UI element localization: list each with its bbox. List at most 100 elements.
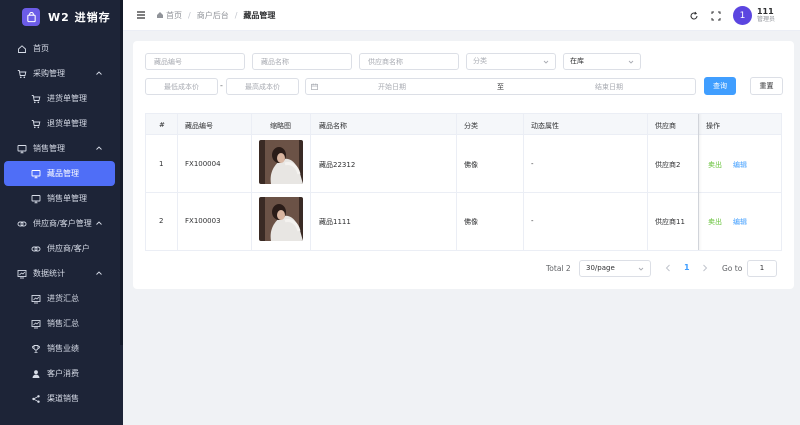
home-icon [17,44,27,54]
home-icon [157,12,163,18]
sidebar-item-8[interactable]: 供应商/客户 [0,236,123,261]
col-supplier: 供应商 [655,122,676,130]
sidebar-item-7[interactable]: 供应商/客户管理 [0,211,123,236]
sidebar-item-label: 采购管理 [33,69,65,78]
sidebar-item-1[interactable]: 采购管理 [0,61,123,86]
logo[interactable]: W2 进销存 [0,0,123,34]
row-name: 藏品22312 [319,161,356,169]
reset-button[interactable]: 重置 [750,77,783,95]
row-index: 1 [159,160,164,168]
min-cost-input[interactable] [145,78,218,95]
end-date[interactable]: 结束日期 [595,82,623,92]
row-category: 佛像 [464,161,478,169]
sidebar-item-13[interactable]: 客户消费 [0,361,123,386]
prev-page-icon[interactable] [665,264,671,272]
hamburger-icon[interactable] [136,10,146,20]
edit-button[interactable]: 编辑 [733,160,747,170]
edit-button[interactable]: 编辑 [733,217,747,227]
date-range-picker[interactable]: 开始日期 至 结束日期 [305,78,696,95]
sidebar-item-5[interactable]: 藏品管理 [4,161,115,186]
sell-button[interactable]: 卖出 [708,217,722,227]
cart-icon [31,94,41,104]
header-actions: 1 111 管理员 [689,0,800,31]
sidebar-item-11[interactable]: 销售汇总 [0,311,123,336]
share-icon [31,394,41,404]
name-input[interactable] [252,53,352,70]
sidebar-scrollbar[interactable] [120,0,123,345]
chevron-up-icon [96,221,102,225]
code-input[interactable] [145,53,245,70]
page-size-select[interactable]: 30/page [579,260,651,277]
row-category: 佛像 [464,218,478,226]
col-actions: 操作 [706,122,720,130]
sidebar-item-label: 进货单管理 [47,94,87,103]
monitor-icon [31,169,41,179]
search-button[interactable]: 查询 [704,77,736,95]
row-code: FX100003 [185,217,221,225]
sidebar-item-label: 供应商/客户管理 [33,219,92,228]
col-index: # [159,121,165,129]
status-select[interactable]: 在库 [563,53,641,70]
sidebar-item-6[interactable]: 销售单管理 [0,186,123,211]
user-info[interactable]: 111 管理员 [756,7,775,23]
sidebar-item-label: 销售单管理 [47,194,87,203]
column-divider [523,114,524,250]
row-index: 2 [159,217,164,225]
sidebar-item-2[interactable]: 进货单管理 [0,86,123,111]
column-divider [251,114,252,250]
sidebar-item-label: 客户消费 [47,369,79,378]
page-size-value: 30/page [586,264,615,272]
chart-icon [17,269,27,279]
col-category: 分类 [464,122,478,130]
trophy-icon [31,344,41,354]
sidebar-item-3[interactable]: 退货单管理 [0,111,123,136]
user-role: 管理员 [756,15,775,23]
chevron-down-icon [543,60,549,64]
sidebar-item-9[interactable]: 数据统计 [0,261,123,286]
sidebar-item-label: 藏品管理 [47,169,79,178]
supplier-input[interactable] [359,53,459,70]
sidebar-item-14[interactable]: 渠道销售 [0,386,123,411]
category-select[interactable]: 分类 [466,53,556,70]
goto-page-input[interactable]: 1 [747,260,777,277]
thumbnail-image[interactable] [259,140,303,184]
status-value: 在库 [570,57,584,65]
start-date[interactable]: 开始日期 [378,82,406,92]
breadcrumb-separator: / [188,10,191,20]
page-number[interactable]: 1 [684,263,690,272]
top-header: 首页 / 商户后台 / 藏品管理 1 111 管理员 [123,0,800,31]
next-page-icon[interactable] [702,264,708,272]
sidebar-item-label: 供应商/客户 [47,244,90,253]
max-cost-input[interactable] [226,78,299,95]
cost-range-separator: - [220,81,223,90]
breadcrumb-separator: / [234,10,238,20]
table-row: 2 FX100003 藏品1111 佛像 - 供应商11 卖出 编辑 [146,193,781,251]
sidebar-item-label: 数据统计 [33,269,65,278]
sidebar-item-0[interactable]: 首页 [0,36,123,61]
data-table: # 藏品编号 缩略图 藏品名称 分类 动态属性 供应商 操作 1 FX10000… [145,113,782,251]
monitor-icon [31,194,41,204]
sell-button[interactable]: 卖出 [708,160,722,170]
chart-icon [31,294,41,304]
sidebar-item-4[interactable]: 销售管理 [0,136,123,161]
column-divider [456,114,457,250]
breadcrumb-merchant[interactable]: 商户后台 [197,10,229,21]
chevron-up-icon [96,146,102,150]
row-name: 藏品1111 [319,218,351,226]
fullscreen-icon[interactable] [711,11,721,21]
sidebar-item-label: 销售管理 [33,144,65,153]
goto-label: Go to [722,264,743,273]
sidebar-item-label: 进货汇总 [47,294,79,303]
thumbnail-image[interactable] [259,197,303,241]
avatar[interactable]: 1 [732,6,752,25]
category-placeholder: 分类 [473,57,487,65]
cart-icon [31,119,41,129]
chart-icon [31,319,41,329]
sidebar: W2 进销存 首页采购管理进货单管理退货单管理销售管理藏品管理销售单管理供应商/… [0,0,123,425]
sidebar-item-10[interactable]: 进货汇总 [0,286,123,311]
sidebar-item-12[interactable]: 销售业绩 [0,336,123,361]
col-thumb: 缩略图 [270,122,291,130]
col-code: 藏品编号 [185,122,213,130]
refresh-icon[interactable] [689,11,699,21]
breadcrumb-home[interactable]: 首页 [166,10,182,21]
